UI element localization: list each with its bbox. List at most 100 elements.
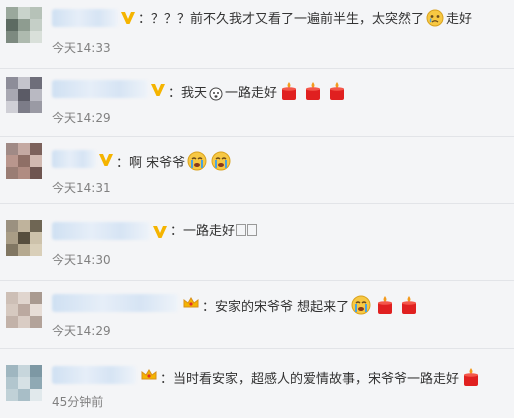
avatar-pixel xyxy=(30,365,42,377)
candle-icon xyxy=(378,296,393,314)
avatar-pixel xyxy=(18,377,30,389)
avatar-pixel xyxy=(6,155,18,167)
avatar-pixel xyxy=(30,232,42,244)
avatar-pixel xyxy=(18,292,30,304)
avatar-pixel xyxy=(18,232,30,244)
username-blurred[interactable] xyxy=(52,150,96,168)
avatar-pixel xyxy=(30,155,42,167)
avatar-pixel xyxy=(30,220,42,232)
candle-icon xyxy=(330,82,345,100)
avatar-pixel xyxy=(18,365,30,377)
avatar-pixel xyxy=(6,7,18,19)
avatar-pixel xyxy=(6,232,18,244)
avatar-pixel xyxy=(30,244,42,256)
avatar[interactable] xyxy=(6,292,42,328)
crown-badge-icon xyxy=(141,369,157,380)
avatar-pixel xyxy=(30,101,42,113)
avatar[interactable] xyxy=(6,220,42,256)
avatar-pixel xyxy=(6,365,18,377)
avatar-pixel xyxy=(6,143,18,155)
avatar-pixel xyxy=(18,304,30,316)
avatar-pixel xyxy=(30,292,42,304)
avatar[interactable] xyxy=(6,77,42,113)
avatar-pixel xyxy=(18,316,30,328)
avatar-pixel xyxy=(30,389,42,401)
avatar-pixel xyxy=(30,377,42,389)
crying-face-icon xyxy=(211,151,231,171)
avatar-pixel xyxy=(18,31,30,43)
comment-item: ：我天 一路走好 今天14:29 xyxy=(0,68,514,137)
comment-text: ：我天 一路走好 xyxy=(168,81,349,103)
crying-face-icon xyxy=(351,295,371,315)
username-blurred[interactable] xyxy=(52,366,136,384)
avatar-pixel xyxy=(30,31,42,43)
avatar-pixel xyxy=(6,19,18,31)
avatar-pixel xyxy=(18,244,30,256)
avatar-pixel xyxy=(6,31,18,43)
avatar-pixel xyxy=(30,19,42,31)
candle-icon xyxy=(464,368,479,386)
verified-v-icon xyxy=(99,154,113,166)
username-blurred[interactable] xyxy=(52,80,148,98)
verified-v-icon xyxy=(153,226,167,238)
candle-icon xyxy=(306,82,321,100)
avatar-pixel xyxy=(30,7,42,19)
comment-text: ：安家的宋爷爷 想起来了 xyxy=(202,295,421,317)
avatar-pixel xyxy=(6,101,18,113)
avatar-pixel xyxy=(6,244,18,256)
avatar-pixel xyxy=(18,19,30,31)
avatar-pixel xyxy=(18,220,30,232)
avatar-pixel xyxy=(30,89,42,101)
avatar-pixel xyxy=(6,77,18,89)
avatar-pixel xyxy=(6,89,18,101)
avatar-pixel xyxy=(6,389,18,401)
avatar-pixel xyxy=(30,316,42,328)
missing-glyph-icon xyxy=(236,224,247,236)
avatar-pixel xyxy=(6,167,18,179)
username-blurred[interactable] xyxy=(52,9,118,27)
comment-time: 今天14:30 xyxy=(52,253,111,267)
scared-face-icon xyxy=(209,87,223,101)
comment-text: ：啊 宋爷爷 xyxy=(116,151,233,173)
avatar[interactable] xyxy=(6,7,42,43)
crying-face-icon xyxy=(426,9,444,27)
crown-badge-icon xyxy=(183,297,199,308)
avatar[interactable] xyxy=(6,143,42,179)
avatar-pixel xyxy=(18,167,30,179)
avatar-pixel xyxy=(18,155,30,167)
username-blurred[interactable] xyxy=(52,222,150,240)
avatar-pixel xyxy=(18,143,30,155)
avatar-pixel xyxy=(6,220,18,232)
avatar-pixel xyxy=(30,304,42,316)
avatar-pixel xyxy=(18,7,30,19)
comment-item: ：当时看安家，超感人的爱情故事，宋爷爷一路走好 45分钟前 xyxy=(0,348,514,418)
avatar-pixel xyxy=(18,89,30,101)
crying-face-icon xyxy=(187,151,207,171)
verified-v-icon xyxy=(121,12,135,24)
comment-item: ：安家的宋爷爷 想起来了 今天14:29 xyxy=(0,280,514,349)
comment-time: 今天14:29 xyxy=(52,111,111,125)
comment-text: ：一路走好 xyxy=(170,223,258,241)
avatar-pixel xyxy=(6,316,18,328)
comment-time: 今天14:31 xyxy=(52,181,111,195)
avatar-pixel xyxy=(30,77,42,89)
avatar-pixel xyxy=(6,304,18,316)
avatar-pixel xyxy=(18,389,30,401)
comment-time: 45分钟前 xyxy=(52,395,104,409)
avatar-pixel xyxy=(18,77,30,89)
comment-text: ：？？？前不久我才又看了一遍前半生，太突然了 走好 xyxy=(138,9,472,29)
avatar-pixel xyxy=(30,143,42,155)
avatar-pixel xyxy=(6,292,18,304)
avatar-pixel xyxy=(18,101,30,113)
avatar[interactable] xyxy=(6,365,42,401)
comment-item: ：一路走好 今天14:30 xyxy=(0,203,514,281)
avatar-pixel xyxy=(6,377,18,389)
avatar-pixel xyxy=(30,167,42,179)
missing-glyph-icon xyxy=(247,224,258,236)
comment-time: 今天14:29 xyxy=(52,324,111,338)
candle-icon xyxy=(402,296,417,314)
verified-v-icon xyxy=(151,84,165,96)
comment-item: ：啊 宋爷爷 今天14:31 xyxy=(0,136,514,204)
comment-item: ：？？？前不久我才又看了一遍前半生，太突然了 走好 今天14:33 xyxy=(0,0,514,69)
username-blurred[interactable] xyxy=(52,294,178,312)
